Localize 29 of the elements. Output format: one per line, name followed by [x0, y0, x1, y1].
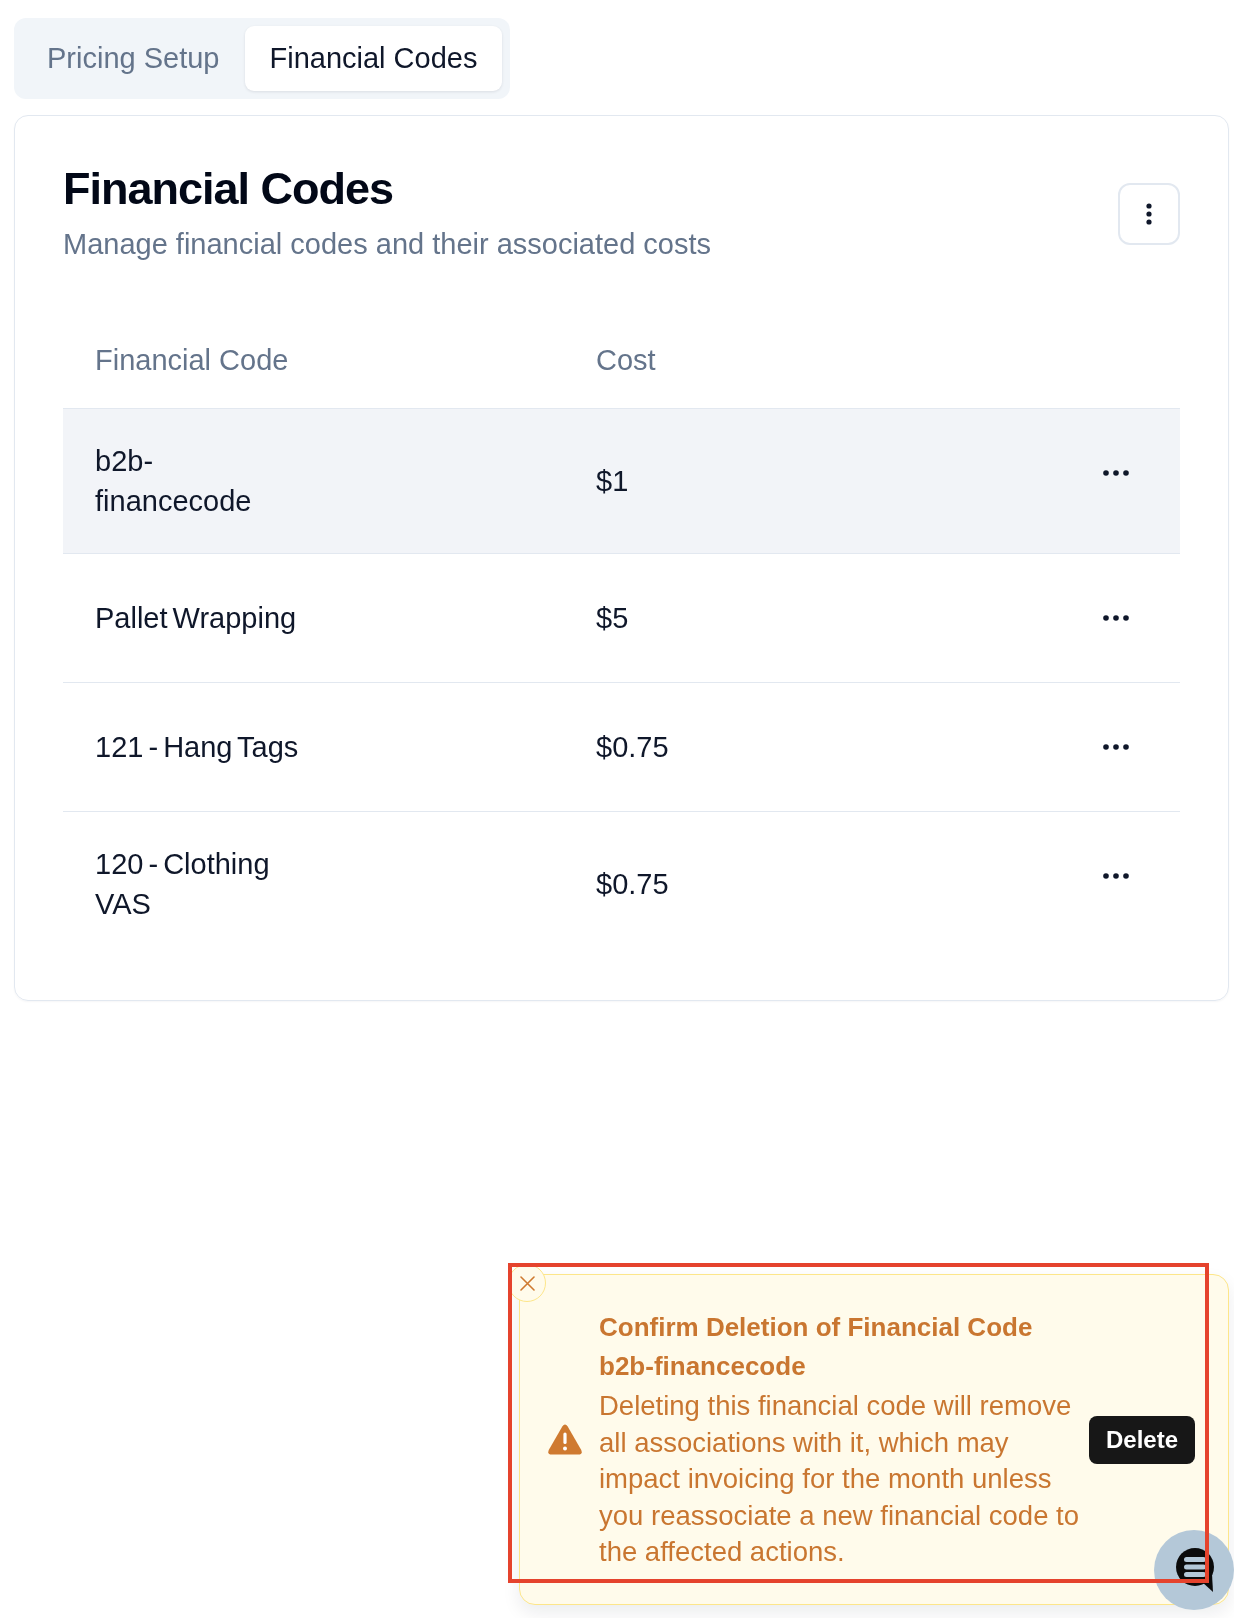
warning-icon: [548, 1424, 582, 1455]
close-icon: [519, 1275, 535, 1291]
delete-button[interactable]: Delete: [1088, 1415, 1195, 1464]
more-icon: [1103, 873, 1129, 879]
table-cell-text: Pallet Wrapping: [95, 601, 298, 636]
table-cell-text: $0.75: [596, 730, 669, 765]
table-cell-text: $1: [596, 464, 629, 499]
more-icon: [1103, 470, 1129, 476]
table-cell-text: $0.75: [596, 867, 669, 902]
tab[interactable]: Financial Codes: [244, 26, 503, 91]
tab[interactable]: Pricing Setup: [22, 26, 245, 91]
table-row[interactable]: Pallet Wrapping $5: [63, 553, 1180, 683]
toast-message: Deleting this financial code will remove all associations with it, which may impact invoicing for the month unless you reassociate a new financial code to the affected actions.: [599, 1389, 1080, 1570]
table-cell-text: 120 - Clothing VAS: [95, 847, 271, 922]
more-icon: [1103, 615, 1129, 621]
page-title: Financial Codes: [63, 163, 395, 215]
table-cell-text: 121 - Hang Tags: [95, 730, 300, 765]
table-cell-text: b2b-financecode: [95, 444, 253, 519]
table-row[interactable]: 121 - Hang Tags $0.75: [63, 682, 1180, 812]
table-cell-text: $5: [596, 601, 629, 636]
more-button[interactable]: [1118, 183, 1180, 245]
column-header: Financial Code: [63, 312, 564, 409]
toast-title: Confirm Deletion of Financial Code b2b-financecode: [599, 1311, 1034, 1384]
chat-icon: [1175, 1547, 1215, 1593]
more-icon: [1146, 203, 1152, 225]
more-icon: [1103, 744, 1129, 750]
column-header: Cost: [564, 312, 1052, 409]
table-row[interactable]: b2b-financecode $1: [63, 408, 1180, 554]
page-subtitle: Manage financial codes and their associated costs: [63, 227, 712, 262]
